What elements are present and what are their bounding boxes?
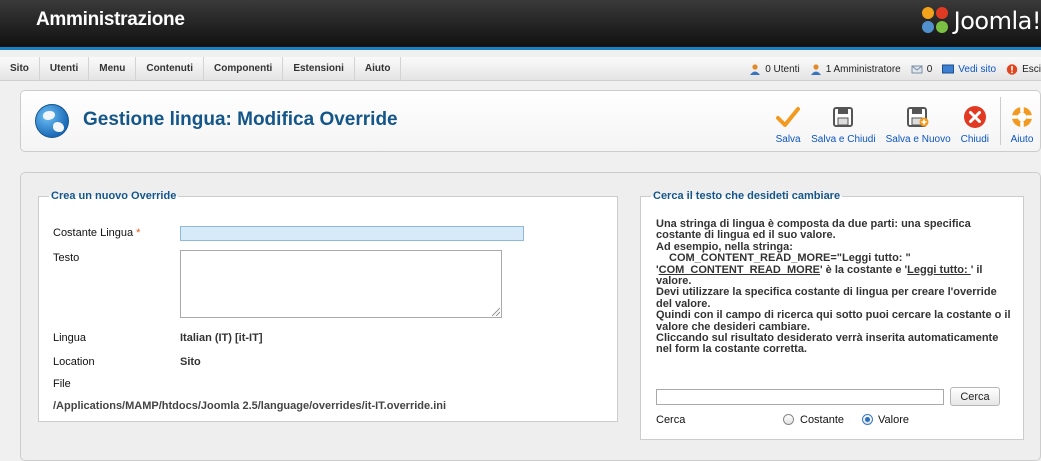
- joomla-logo[interactable]: Joomla!: [921, 6, 1041, 36]
- admin-title: Amministrazione: [36, 9, 185, 30]
- close-label: Chiudi: [960, 134, 989, 145]
- search-panel-legend: Cerca il testo che desideti cambiare: [653, 190, 841, 202]
- help-value: Leggi tutto:: [907, 263, 971, 276]
- search-input[interactable]: [656, 389, 944, 405]
- users-icon: [750, 63, 761, 75]
- status-messages[interactable]: 0: [911, 63, 933, 75]
- save-new-button[interactable]: Salva e Nuovo: [881, 97, 956, 145]
- joomla-logo-text: Joomla!: [953, 7, 1041, 35]
- help-constant: COM_CONTENT_READ_MORE: [658, 263, 820, 276]
- required-marker: *: [136, 227, 141, 239]
- status-users: 0 Utenti: [749, 63, 800, 75]
- help-paragraph: Quindi con il campo di ricerca qui sotto…: [656, 309, 1011, 333]
- save-close-label: Salva e Chiudi: [811, 134, 876, 145]
- logout-link[interactable]: Esci: [1022, 64, 1041, 75]
- monitor-icon: [942, 64, 955, 73]
- help-paragraph: Una stringa di lingua è composta da due …: [656, 218, 971, 242]
- search-help-text: Una stringa di lingua è composta da due …: [656, 218, 1011, 356]
- menu-item-sito[interactable]: Sito: [0, 57, 40, 81]
- location-value: Sito: [180, 356, 201, 368]
- help-label: Aiuto: [1010, 134, 1034, 145]
- file-path: /Applications/MAMP/htdocs/Joomla 2.5/lan…: [53, 400, 447, 412]
- admin-menubar: Sito Utenti Menu Contenuti Componenti Es…: [0, 57, 1041, 81]
- menu-item-utenti[interactable]: Utenti: [40, 57, 90, 81]
- globe-icon: [35, 104, 69, 138]
- toolbar-buttons: Salva Salva e Chiudi Salva e Nuovo Chiud…: [770, 97, 1040, 147]
- status-bar: 0 Utenti 1 Amministratore 0 Vedi sito Es…: [739, 57, 1041, 81]
- status-messages-count: 0: [926, 63, 933, 75]
- search-button[interactable]: Cerca: [950, 387, 1000, 406]
- floppy-disk-icon: [830, 104, 856, 130]
- checkmark-icon: [775, 104, 801, 130]
- menu-item-estensioni[interactable]: Estensioni: [283, 57, 355, 81]
- radio-constant[interactable]: [783, 414, 794, 425]
- radio-value[interactable]: [862, 414, 873, 425]
- main-menu: Sito Utenti Menu Contenuti Componenti Es…: [0, 57, 402, 81]
- help-button[interactable]: Aiuto: [1000, 97, 1040, 145]
- save-button[interactable]: Salva: [770, 97, 806, 145]
- text-textarea[interactable]: [180, 250, 502, 318]
- override-form-legend: Crea un nuovo Override: [51, 190, 177, 202]
- search-type-label: Cerca: [656, 414, 686, 426]
- language-value: Italian (IT) [it-IT]: [180, 332, 263, 344]
- close-icon: [962, 104, 988, 130]
- joomla-logo-icon: [921, 7, 950, 35]
- menu-item-componenti[interactable]: Componenti: [204, 57, 284, 81]
- messages-icon: [911, 65, 923, 73]
- menu-item-menu[interactable]: Menu: [89, 57, 137, 81]
- search-panel: Cerca il testo che desideti cambiare Una…: [640, 190, 1024, 440]
- save-close-button[interactable]: Salva e Chiudi: [806, 97, 880, 145]
- help-paragraph: Cliccando sul risultato desiderato verrà…: [656, 332, 999, 356]
- help-text: ' è la costante e ': [819, 263, 908, 276]
- page-title: Gestione lingua: Modifica Override: [83, 109, 398, 130]
- status-view-site[interactable]: Vedi sito: [942, 64, 996, 75]
- menu-item-contenuti[interactable]: Contenuti: [136, 57, 204, 81]
- page-toolbar: Gestione lingua: Modifica Override Salva…: [20, 90, 1041, 152]
- constant-label: Costante Lingua *: [53, 227, 140, 239]
- constant-input[interactable]: [180, 226, 524, 241]
- floppy-disk-plus-icon: [905, 104, 931, 130]
- menu-item-aiuto[interactable]: Aiuto: [355, 57, 402, 81]
- status-logout[interactable]: Esci: [1006, 64, 1041, 75]
- override-form: Crea un nuovo Override Costante Lingua * …: [38, 190, 618, 422]
- text-label: Testo: [53, 252, 80, 264]
- radio-value-label: Valore: [878, 414, 909, 426]
- status-admins-text: 1 Amministratore: [825, 63, 901, 75]
- close-button[interactable]: Chiudi: [956, 97, 994, 145]
- help-paragraph: 'COM_CONTENT_READ_MORE' è la costante e …: [656, 263, 1011, 288]
- main-content: Crea un nuovo Override Costante Lingua * …: [20, 172, 1041, 461]
- status-admins: 1 Amministratore: [810, 64, 901, 75]
- location-label: Location: [53, 356, 95, 368]
- constant-label-text: Costante Lingua: [53, 227, 134, 239]
- file-label: File: [53, 378, 71, 390]
- view-site-link[interactable]: Vedi sito: [958, 64, 996, 75]
- lifebuoy-icon: [1009, 104, 1035, 130]
- logout-icon: [1006, 63, 1018, 75]
- save-new-label: Salva e Nuovo: [885, 134, 951, 145]
- admin-header: Amministrazione Joomla!: [0, 0, 1041, 50]
- language-label: Lingua: [53, 332, 87, 344]
- save-label: Salva: [775, 134, 801, 145]
- status-users-text: 0 Utenti: [765, 63, 800, 75]
- help-paragraph: Devi utilizzare la specifica costante di…: [656, 286, 997, 310]
- admin-icon: [810, 63, 821, 75]
- radio-constant-label: Costante: [800, 414, 845, 426]
